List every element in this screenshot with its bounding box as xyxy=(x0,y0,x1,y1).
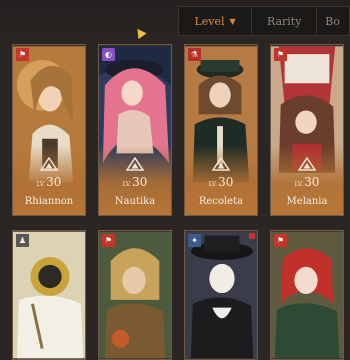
level-label: LV.30 xyxy=(13,175,85,189)
tab-level[interactable]: Level ▼ xyxy=(179,7,253,35)
class-badge-icon: ✦ xyxy=(188,234,201,247)
tab-rarity-label: Rarity xyxy=(266,14,302,28)
class-badge-icon: ♟ xyxy=(16,234,29,247)
rank-triangle-icon xyxy=(126,157,144,171)
portrait xyxy=(185,231,257,359)
level-value: 30 xyxy=(132,175,148,189)
character-card[interactable]: ⚑ xyxy=(98,230,172,360)
portrait xyxy=(271,231,343,359)
character-card-rhiannon[interactable]: ⚑ LV.30 Rhiannon xyxy=(12,44,86,216)
class-badge-icon: ⚗ xyxy=(188,48,201,61)
new-indicator-icon xyxy=(249,233,255,239)
level-label: LV.30 xyxy=(185,175,257,189)
class-badge-icon: ⚑ xyxy=(102,234,115,247)
character-name: Rhiannon xyxy=(24,196,74,207)
class-badge-icon: ⚑ xyxy=(16,48,29,61)
level-prefix: LV. xyxy=(208,181,218,188)
level-value: 30 xyxy=(46,175,62,189)
rank-triangle-icon xyxy=(298,157,316,171)
level-prefix: LV. xyxy=(36,181,46,188)
level-prefix: LV. xyxy=(122,181,132,188)
level-value: 30 xyxy=(218,175,234,189)
character-name: Recoleta xyxy=(198,196,244,207)
class-badge-icon: ⚑ xyxy=(274,48,287,61)
character-card[interactable]: ✦ xyxy=(184,230,258,360)
character-card[interactable]: ⚑ xyxy=(270,230,344,360)
tab-partial-label: Bo xyxy=(325,14,341,28)
character-card-melania[interactable]: ⚑ LV.30 Melania xyxy=(270,44,344,216)
character-card[interactable]: ♟ xyxy=(12,230,86,360)
portrait xyxy=(13,231,85,359)
portrait xyxy=(99,231,171,359)
level-label: LV.30 xyxy=(99,175,171,189)
tab-level-label: Level xyxy=(194,14,225,28)
tab-rarity[interactable]: Rarity xyxy=(252,7,318,35)
character-card-recoleta[interactable]: ⚗ LV.30 Recoleta xyxy=(184,44,258,216)
caret-down-icon: ▼ xyxy=(229,16,236,26)
character-name: Nautika xyxy=(114,196,156,207)
class-badge-icon: ◐ xyxy=(102,48,115,61)
level-prefix: LV. xyxy=(294,181,304,188)
rank-triangle-icon xyxy=(212,157,230,171)
level-label: LV.30 xyxy=(271,175,343,189)
rank-triangle-icon xyxy=(40,157,58,171)
character-card-nautika[interactable]: ◐ LV.30 Nautika xyxy=(98,44,172,216)
sort-bar: Level ▼ Rarity Bo xyxy=(178,6,350,36)
tab-partial[interactable]: Bo xyxy=(317,7,349,35)
character-name: Melania xyxy=(286,196,328,207)
class-badge-icon: ⚑ xyxy=(274,234,287,247)
level-value: 30 xyxy=(304,175,320,189)
